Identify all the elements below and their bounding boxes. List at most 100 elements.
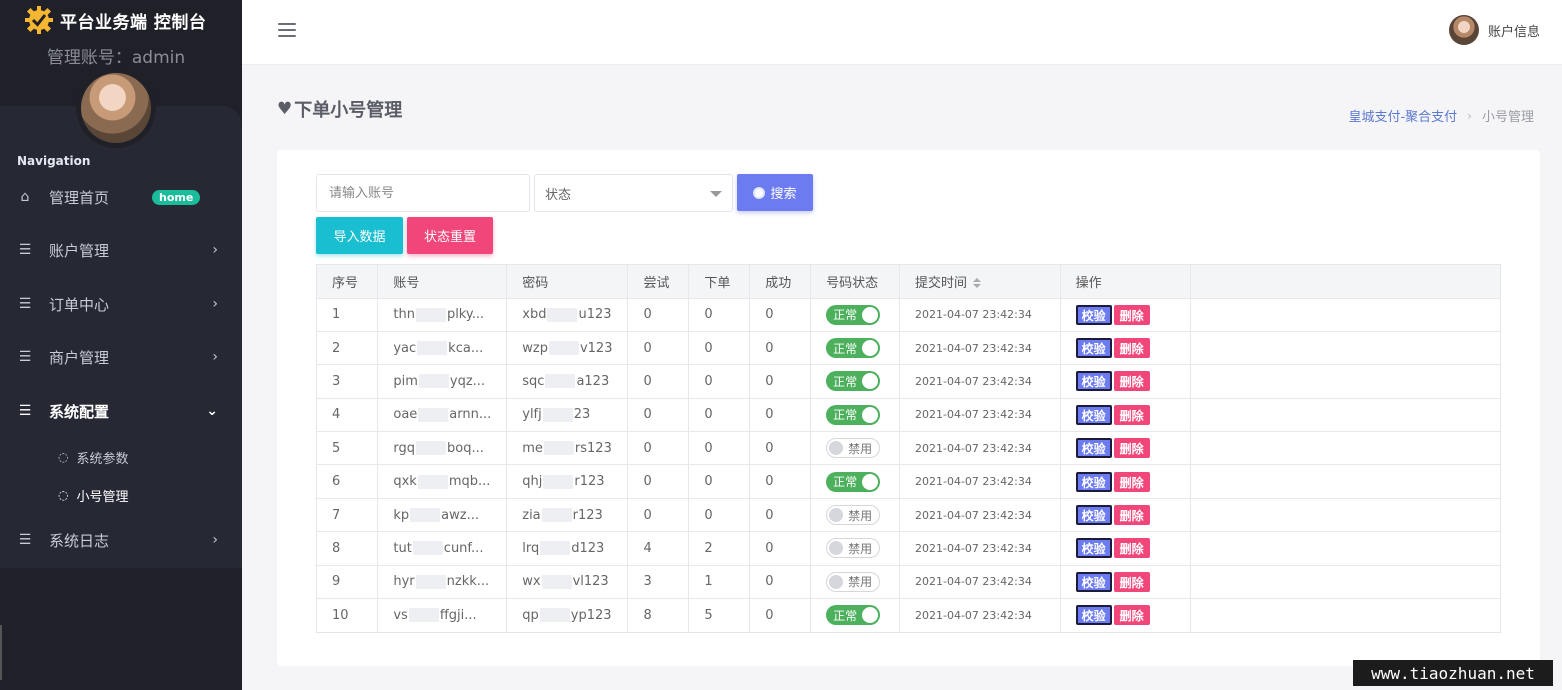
delete-button[interactable]: 删除 [1113, 404, 1150, 425]
verify-button[interactable]: 校验 [1075, 538, 1112, 559]
cell-attempts: 0 [627, 331, 690, 366]
cell-success: 0 [749, 298, 812, 332]
account-part: awz... [441, 507, 479, 523]
account-search-input[interactable] [316, 174, 530, 212]
cell-filler [1190, 331, 1500, 366]
search-button[interactable]: 搜索 [737, 174, 813, 211]
verify-button[interactable]: 校验 [1075, 571, 1112, 592]
password-part: a123 [576, 373, 610, 389]
verify-button[interactable]: 校验 [1075, 371, 1112, 392]
sidebar-item-merchants[interactable]: ☰ 商户管理 › [0, 337, 242, 377]
status-toggle[interactable]: 正常 [826, 404, 881, 425]
account-part: pim [393, 373, 418, 389]
breadcrumb-home[interactable]: 皇城支付-聚合支付 [1348, 106, 1457, 125]
status-toggle[interactable]: 禁用 [826, 571, 881, 592]
cell-index: 4 [317, 398, 379, 433]
table-row: 5 rgq boq... me rs123 0 0 0 禁用 2021-04-07 23:42:3… [317, 431, 1500, 466]
status-toggle[interactable]: 正常 [826, 371, 881, 392]
verify-button[interactable]: 校验 [1075, 404, 1112, 425]
account-part: mqb... [448, 474, 491, 490]
reset-status-button[interactable]: 状态重置 [407, 217, 493, 254]
delete-button[interactable]: 删除 [1113, 304, 1150, 325]
cell-index: 8 [317, 531, 379, 566]
verify-button[interactable]: 校验 [1075, 338, 1112, 359]
account-part: nzkk... [446, 574, 490, 590]
redaction-mask [417, 341, 448, 356]
table-row: 2 yac kca... wzp v123 0 0 0 正常 2021-04-07 23:42:3… [317, 331, 1500, 366]
delete-button[interactable]: 删除 [1113, 471, 1150, 492]
password-part: u123 [578, 307, 612, 323]
verify-button[interactable]: 校验 [1075, 605, 1112, 626]
redaction-mask [543, 474, 574, 489]
import-button[interactable]: 导入数据 [316, 217, 403, 254]
verify-button[interactable]: 校验 [1075, 471, 1112, 492]
brand-title: 平台业务端 控制台 [60, 12, 207, 33]
password-part: yp123 [570, 607, 612, 623]
brand[interactable]: 平台业务端 控制台 [24, 5, 206, 35]
status-toggle[interactable]: 正常 [826, 304, 881, 325]
verify-button[interactable]: 校验 [1075, 438, 1112, 459]
account-menu[interactable]: 账户信息 [1448, 15, 1540, 45]
status-toggle[interactable]: 正常 [826, 605, 881, 626]
cell-attempts: 0 [627, 431, 690, 466]
status-toggle[interactable]: 正常 [826, 338, 881, 359]
redaction-mask [418, 407, 449, 422]
sidebar-item-accounts[interactable]: ☰ 账户管理 › [0, 230, 242, 270]
sidebar-item-orders[interactable]: ☰ 订单中心 › [0, 284, 242, 324]
sidebar-subitem-params[interactable]: ◌ 系统参数 [58, 445, 129, 469]
cell-index: 10 [317, 598, 379, 632]
cell-orders: 5 [688, 598, 751, 632]
cell-actions: 校验 删除 [1060, 464, 1191, 499]
delete-button[interactable]: 删除 [1113, 571, 1150, 592]
status-select[interactable]: 状态 [534, 174, 733, 212]
cell-success: 0 [749, 431, 812, 466]
sidebar-item-home[interactable]: ⌂ 管理首页 home [0, 177, 242, 217]
status-toggle[interactable]: 正常 [826, 471, 881, 492]
password-part: r123 [572, 507, 603, 523]
status-toggle[interactable]: 禁用 [826, 505, 881, 526]
password-part: zia [522, 507, 541, 523]
list-icon: ☰ [18, 349, 32, 365]
header-account: 账号 [377, 265, 508, 299]
sidebar-subitem-accounts[interactable]: ◌ 小号管理 [58, 483, 129, 507]
status-toggle-label: 禁用 [848, 508, 873, 523]
cell-account: pim yqz... [377, 364, 508, 399]
header-password: 密码 [506, 265, 629, 299]
verify-button[interactable]: 校验 [1075, 505, 1112, 526]
cell-password: wx vl123 [506, 565, 629, 600]
account-part: plky... [446, 307, 485, 323]
caret-down-icon [710, 191, 722, 197]
sort-icon[interactable] [973, 278, 981, 289]
sidebar-item-logs[interactable]: ☰ 系统日志 › [0, 520, 242, 560]
status-toggle-label: 正常 [833, 475, 858, 490]
delete-button[interactable]: 删除 [1113, 438, 1150, 459]
account-part: kca... [448, 340, 484, 356]
header-submit-time[interactable]: 提交时间 [899, 265, 1061, 299]
sidebar-item-label: 账户管理 [49, 241, 110, 260]
cell-password: xbd u123 [506, 298, 629, 332]
status-toggle[interactable]: 禁用 [826, 438, 881, 459]
delete-button[interactable]: 删除 [1113, 605, 1150, 626]
sidebar-item-label: 订单中心 [49, 295, 110, 314]
sidebar-item-system-config[interactable]: ☰ 系统配置 ⌄ [0, 391, 242, 431]
cell-success: 0 [749, 398, 812, 433]
verify-button[interactable]: 校验 [1075, 304, 1112, 325]
delete-button[interactable]: 删除 [1113, 338, 1150, 359]
cell-password: lrq d123 [506, 531, 629, 566]
menu-toggle-icon[interactable] [278, 23, 296, 37]
password-part: me [522, 440, 543, 456]
delete-button[interactable]: 删除 [1113, 538, 1150, 559]
password-part: xbd [522, 307, 547, 323]
page-title-text: 下单小号管理 [294, 100, 403, 121]
delete-button[interactable]: 删除 [1113, 371, 1150, 392]
delete-button[interactable]: 删除 [1113, 505, 1150, 526]
cell-submit-time: 2021-04-07 23:42:34 [899, 364, 1061, 399]
status-toggle[interactable]: 禁用 [826, 538, 881, 559]
cell-actions: 校验 删除 [1060, 398, 1191, 433]
status-toggle-label: 禁用 [848, 441, 873, 456]
cell-attempts: 0 [627, 464, 690, 499]
toggle-knob [862, 340, 879, 357]
page-title: ♥ 下单小号管理 [277, 96, 402, 122]
table-row: 6 qxk mqb... qhj r123 0 0 0 正常 2021-04-07 23:42:3… [317, 464, 1500, 499]
header-status: 号码状态 [810, 265, 900, 299]
